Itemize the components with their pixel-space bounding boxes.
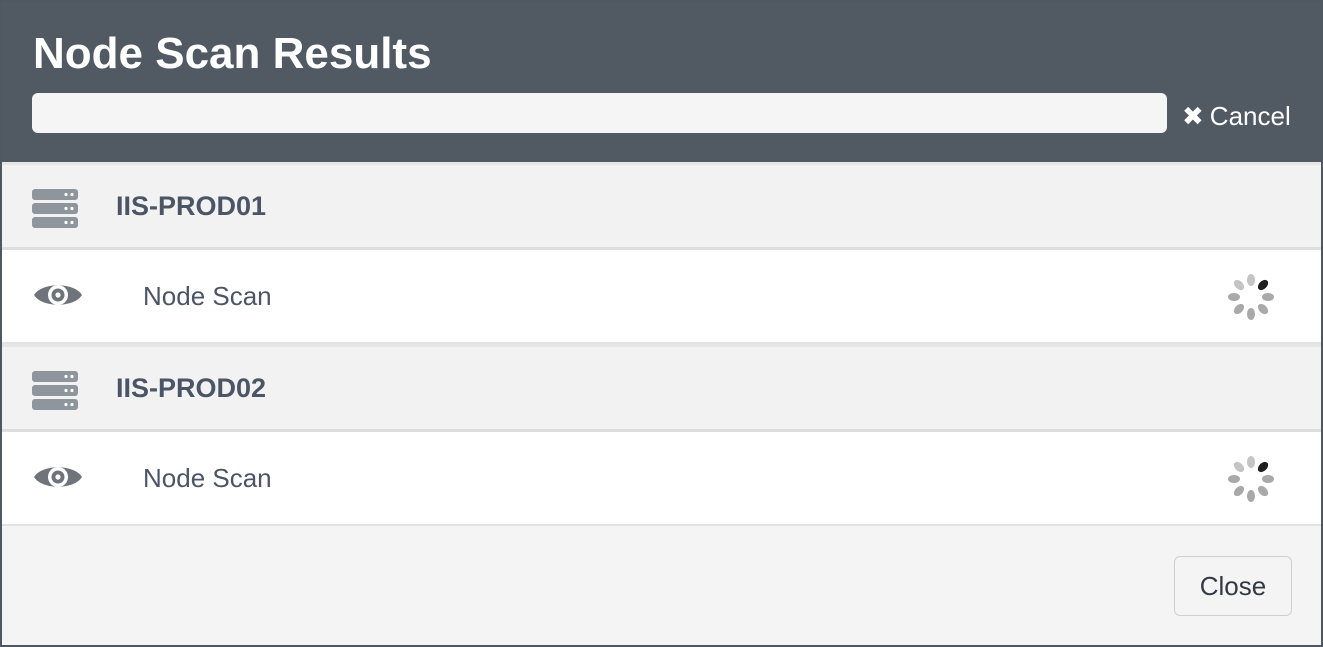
node-group-header: IIS-PROD02 [2,344,1321,432]
cancel-button[interactable]: ✖ Cancel [1182,98,1291,134]
server-icon [32,371,78,410]
scan-item-label: Node Scan [143,462,272,493]
server-icon [32,189,78,228]
eye-icon[interactable] [32,460,84,494]
dialog-title: Node Scan Results [33,29,432,78]
spinner-icon [1228,274,1274,320]
node-name: IIS-PROD02 [116,372,267,403]
cancel-label: Cancel [1209,100,1291,131]
scan-progress-bar [32,93,1167,133]
scan-results-list: IIS-PROD01 Node Scan IIS-PROD02 Node Sca… [2,162,1321,526]
node-name: IIS-PROD01 [116,190,267,221]
close-button[interactable]: Close [1174,556,1292,616]
dialog-header: Node Scan Results ✖ Cancel [2,2,1321,162]
scan-results-dialog: Node Scan Results ✖ Cancel IIS-PROD01 No… [0,0,1323,647]
scan-item-label: Node Scan [143,280,272,311]
dialog-footer: Close [2,528,1321,645]
scan-item-row[interactable]: Node Scan [2,250,1321,344]
scan-item-row[interactable]: Node Scan [2,432,1321,526]
node-group-header: IIS-PROD01 [2,162,1321,250]
close-x-icon: ✖ [1182,101,1204,131]
eye-icon[interactable] [32,278,84,312]
spinner-icon [1228,456,1274,502]
